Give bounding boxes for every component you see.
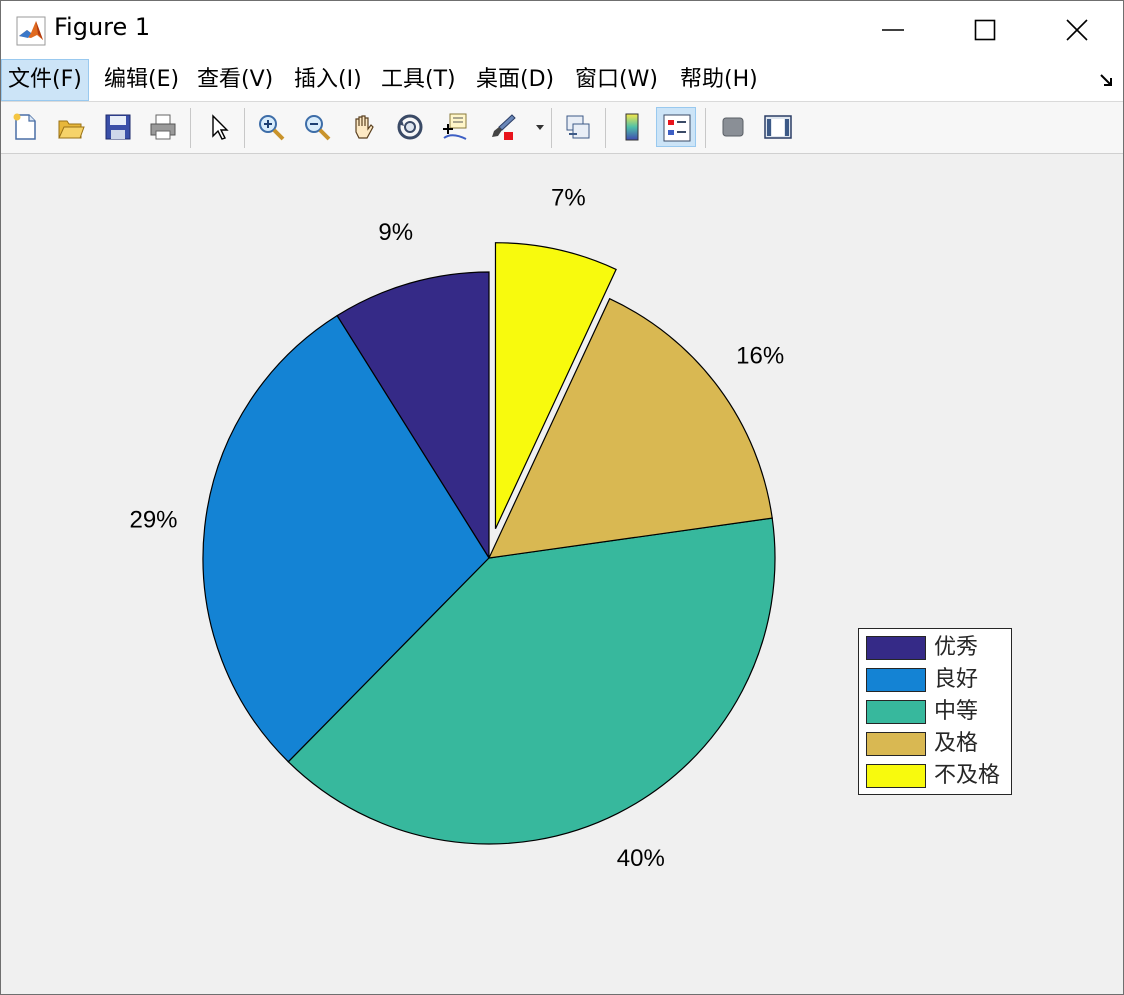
axes-area: 9% 29% 40% 16% 7% 优秀 良好 中等 及格 不及格 — [1, 153, 1123, 994]
pan-icon — [355, 115, 374, 139]
pie-percent-label: 40% — [617, 845, 665, 872]
maximize-icon — [974, 19, 996, 41]
data-cursor-button[interactable] — [435, 107, 475, 147]
data-cursor-icon — [443, 113, 467, 140]
minimize-button[interactable] — [847, 1, 939, 59]
menu-desktop[interactable]: 桌面(D) — [470, 59, 560, 101]
legend-swatch — [866, 764, 926, 788]
legend-label: 不及格 — [934, 763, 1001, 788]
toolbar-separator — [551, 108, 552, 148]
legend-icon — [663, 114, 691, 142]
legend-swatch — [866, 732, 926, 756]
close-button[interactable] — [1031, 1, 1123, 59]
open-file-button[interactable] — [51, 107, 91, 147]
menu-bar: 文件(F) 编辑(E) 查看(V) 插入(I) 工具(T) 桌面(D) 窗口(W… — [1, 59, 1123, 101]
menu-tools[interactable]: 工具(T) — [375, 59, 462, 101]
brush-button[interactable] — [483, 107, 523, 147]
zoom-in-button[interactable] — [251, 107, 291, 147]
legend-button[interactable] — [656, 107, 696, 147]
new-figure-button[interactable] — [5, 107, 45, 147]
save-icon — [105, 114, 131, 140]
menu-view[interactable]: 查看(V) — [191, 59, 279, 101]
pie-chart[interactable]: 9% 29% 40% 16% 7% — [1, 153, 1123, 994]
rotate-3d-icon — [397, 114, 423, 140]
figure-toolbar — [1, 101, 1123, 154]
toolbar-separator — [244, 108, 245, 148]
hide-plot-tools-button[interactable] — [713, 107, 753, 147]
show-plot-tools-button[interactable] — [758, 107, 798, 147]
close-icon — [1066, 19, 1088, 41]
new-figure-icon — [13, 113, 36, 140]
dock-arrow-icon[interactable] — [1099, 73, 1115, 89]
zoom-out-icon — [305, 115, 331, 141]
colorbar-button[interactable] — [612, 107, 652, 147]
print-icon — [150, 114, 176, 140]
pan-button[interactable] — [343, 107, 383, 147]
hide-plot-tools-icon — [722, 117, 744, 137]
pie-percent-label: 29% — [129, 507, 177, 534]
minimize-icon — [882, 29, 904, 31]
menu-window[interactable]: 窗口(W) — [569, 59, 664, 101]
edit-plot-button[interactable] — [199, 107, 239, 147]
legend-label: 良好 — [934, 667, 979, 692]
save-button[interactable] — [98, 107, 138, 147]
pointer-icon — [212, 114, 229, 140]
brush-icon — [492, 114, 516, 140]
toolbar-separator — [705, 108, 706, 148]
menu-insert[interactable]: 插入(I) — [288, 59, 368, 101]
legend[interactable]: 优秀 良好 中等 及格 不及格 — [858, 628, 1012, 795]
window-title: Figure 1 — [54, 13, 151, 41]
matlab-logo-icon — [16, 16, 46, 46]
legend-swatch — [866, 668, 926, 692]
zoom-out-button[interactable] — [297, 107, 337, 147]
legend-swatch — [866, 700, 926, 724]
show-plot-tools-icon — [764, 115, 792, 139]
pie-percent-label: 9% — [378, 219, 413, 246]
open-file-icon — [58, 120, 85, 139]
menu-help[interactable]: 帮助(H) — [674, 59, 764, 101]
toolbar-separator — [190, 108, 191, 148]
legend-label: 中等 — [934, 699, 979, 724]
legend-label: 及格 — [934, 731, 979, 756]
rotate-3d-button[interactable] — [390, 107, 430, 147]
figure-window: Figure 1 文件(F) 编辑(E) 查看(V) 插入(I) 工具(T) 桌… — [0, 0, 1124, 995]
zoom-in-icon — [259, 115, 285, 141]
link-plot-button[interactable] — [558, 107, 598, 147]
maximize-button[interactable] — [939, 1, 1031, 59]
colorbar-icon — [625, 113, 639, 141]
link-plot-icon — [566, 115, 590, 139]
legend-label: 优秀 — [934, 635, 979, 660]
pie-percent-label: 7% — [551, 185, 586, 212]
toolbar-separator — [605, 108, 606, 148]
legend-swatch — [866, 636, 926, 660]
menu-file[interactable]: 文件(F) — [1, 59, 89, 101]
menu-edit[interactable]: 编辑(E) — [98, 59, 185, 101]
title-bar[interactable]: Figure 1 — [1, 1, 1123, 59]
print-button[interactable] — [143, 107, 183, 147]
brush-dropdown-icon[interactable] — [535, 124, 545, 132]
pie-percent-label: 16% — [736, 342, 784, 369]
